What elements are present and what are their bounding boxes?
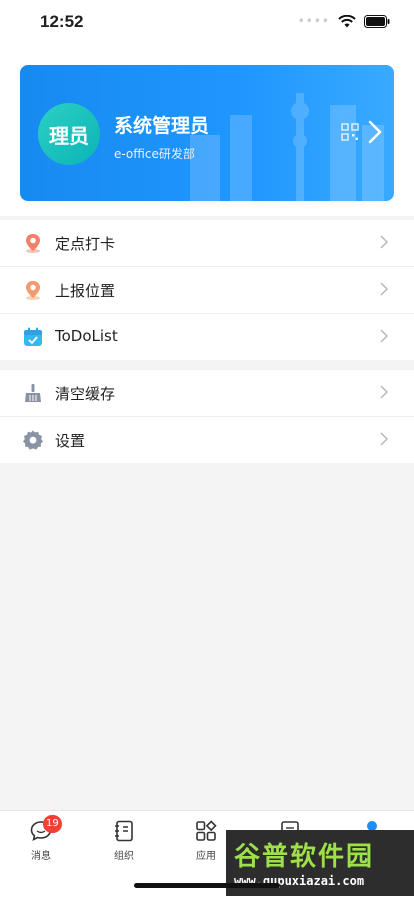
watermark-title: 谷普软件园 xyxy=(234,842,375,872)
tab-label: 消息 xyxy=(31,851,51,862)
status-time: 12:52 xyxy=(40,12,84,31)
gear-icon xyxy=(23,430,43,450)
chevron-right-icon xyxy=(380,329,388,343)
city-skyline-decoration xyxy=(190,93,384,201)
menu-item-clear-cache[interactable]: 清空缓存 xyxy=(0,370,414,417)
calendar-icon xyxy=(24,327,42,346)
avatar: 理员 xyxy=(38,103,100,165)
broom-icon xyxy=(25,384,41,402)
status-bar: 12:52 •••• xyxy=(0,0,414,46)
location-report-icon xyxy=(26,281,40,300)
home-indicator xyxy=(134,883,280,888)
chevron-right-icon xyxy=(380,432,388,446)
apps-grid-icon xyxy=(196,820,217,841)
unread-badge: 19 xyxy=(43,815,62,833)
menu-group-primary: 定点打卡 上报位置 ToDoList xyxy=(0,220,414,360)
profile-card[interactable]: 理员 系统管理员 e-office研发部 xyxy=(20,65,394,201)
menu-item-label: 清空缓存 xyxy=(55,385,116,403)
user-department: e-office研发部 xyxy=(114,147,195,161)
chevron-right-icon xyxy=(380,385,388,399)
signal-icon: •••• xyxy=(297,14,330,28)
wifi-icon xyxy=(338,14,356,27)
menu-item-label: ToDoList xyxy=(55,327,118,345)
menu-item-checkin[interactable]: 定点打卡 xyxy=(0,220,414,267)
battery-icon xyxy=(364,14,390,28)
notebook-icon xyxy=(115,820,133,842)
tab-label: 组织 xyxy=(114,851,134,862)
menu-item-label: 定点打卡 xyxy=(55,235,116,253)
qr-code-icon[interactable] xyxy=(341,123,359,141)
chevron-right-icon xyxy=(380,282,388,296)
location-pin-icon xyxy=(26,234,40,253)
menu-item-label: 上报位置 xyxy=(55,282,116,300)
tab-organization[interactable]: 组织 xyxy=(94,819,154,862)
menu-item-label: 设置 xyxy=(55,432,86,450)
menu-group-secondary: 清空缓存 设置 xyxy=(0,370,414,463)
menu-item-report-location[interactable]: 上报位置 xyxy=(0,267,414,314)
menu-item-todolist[interactable]: ToDoList xyxy=(0,314,414,360)
user-name: 系统管理员 xyxy=(114,115,210,137)
menu-item-settings[interactable]: 设置 xyxy=(0,417,414,463)
tab-messages[interactable]: 19 消息 xyxy=(11,815,71,862)
chevron-right-icon xyxy=(380,235,388,249)
status-icons: •••• xyxy=(298,14,390,28)
chevron-right-icon[interactable] xyxy=(368,120,382,144)
